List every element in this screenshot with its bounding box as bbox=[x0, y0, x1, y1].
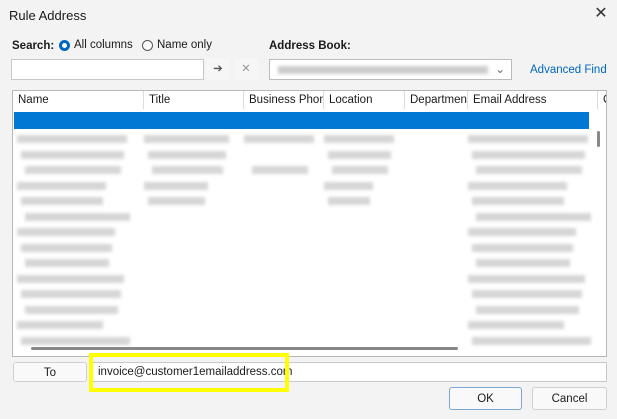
redacted-cell bbox=[476, 305, 579, 314]
redacted-cell bbox=[332, 166, 388, 174]
redacted-cell bbox=[148, 150, 226, 159]
redacted-cell bbox=[21, 290, 121, 298]
redacted-cell bbox=[476, 212, 591, 221]
redacted-cell bbox=[468, 228, 576, 236]
chevron-down-icon: ⌄ bbox=[495, 64, 505, 76]
redacted-cell bbox=[25, 305, 118, 314]
radio-name-only[interactable]: Name only bbox=[142, 39, 212, 51]
search-input[interactable] bbox=[11, 59, 204, 80]
redacted-cell bbox=[144, 135, 229, 143]
radio-label: All columns bbox=[74, 39, 133, 51]
redacted-cell bbox=[21, 336, 130, 345]
address-book-dropdown[interactable]: ⌄ bbox=[269, 59, 512, 80]
redacted-cell bbox=[17, 274, 124, 283]
arrow-right-icon[interactable]: ➔ bbox=[206, 59, 230, 80]
to-button[interactable]: To bbox=[13, 362, 87, 382]
highlight-box bbox=[89, 353, 289, 392]
redacted-cell bbox=[25, 259, 109, 267]
radio-icon bbox=[59, 39, 70, 51]
column-header-more[interactable]: C bbox=[598, 91, 606, 109]
redacted-cell bbox=[17, 321, 103, 329]
redacted-cell bbox=[328, 150, 391, 159]
column-header-title[interactable]: Title bbox=[144, 91, 244, 109]
redacted-cell bbox=[17, 135, 127, 143]
redacted-cell bbox=[152, 166, 223, 174]
redacted-cell bbox=[252, 166, 308, 174]
redacted-cell bbox=[472, 150, 585, 159]
redacted-cell bbox=[468, 274, 585, 283]
advanced-find-link[interactable]: Advanced Find bbox=[530, 64, 607, 76]
redacted-cell bbox=[476, 166, 582, 174]
cancel-button[interactable]: Cancel bbox=[532, 387, 607, 410]
redacted-cell bbox=[244, 135, 314, 143]
horizontal-scrollbar[interactable] bbox=[31, 347, 458, 350]
redacted-cell bbox=[468, 321, 564, 329]
selected-row[interactable] bbox=[14, 112, 589, 129]
address-list[interactable]: Name Title Business Phone Location Depar… bbox=[12, 90, 607, 357]
column-header-email[interactable]: Email Address bbox=[468, 91, 598, 109]
redacted-cell bbox=[328, 197, 370, 205]
search-label: Search: bbox=[12, 40, 55, 52]
radio-all-columns[interactable]: All columns bbox=[59, 39, 133, 51]
redacted-cell bbox=[468, 135, 588, 143]
redacted-cell bbox=[25, 166, 121, 174]
vertical-scrollbar[interactable] bbox=[597, 131, 600, 147]
column-header-name[interactable]: Name bbox=[13, 91, 144, 109]
redacted-cell bbox=[21, 150, 124, 159]
redacted-cell bbox=[324, 135, 394, 143]
redacted-cell bbox=[17, 181, 106, 190]
radio-label: Name only bbox=[157, 39, 212, 51]
ok-button[interactable]: OK bbox=[449, 387, 522, 410]
redacted-cell bbox=[472, 290, 582, 298]
column-header-department[interactable]: Department bbox=[405, 91, 468, 109]
redacted-cell bbox=[324, 181, 373, 190]
redacted-cell bbox=[472, 336, 591, 345]
close-icon[interactable]: ✕ bbox=[590, 3, 612, 25]
window-title: Rule Address bbox=[9, 8, 87, 23]
column-header-business-phone[interactable]: Business Phone bbox=[244, 91, 324, 109]
radio-icon bbox=[142, 39, 153, 51]
column-header-location[interactable]: Location bbox=[324, 91, 405, 109]
redacted-cell bbox=[148, 197, 205, 205]
redacted-cell bbox=[472, 197, 564, 205]
redacted-cell bbox=[25, 212, 130, 221]
address-book-label: Address Book: bbox=[269, 40, 351, 52]
redacted-cell bbox=[17, 228, 115, 236]
redacted-cell bbox=[21, 197, 103, 205]
redacted-cell bbox=[468, 181, 567, 190]
x-icon[interactable]: ✕ bbox=[234, 59, 258, 80]
redacted-cell bbox=[21, 243, 112, 252]
redacted-cell bbox=[472, 243, 573, 252]
redacted-cell bbox=[144, 181, 208, 190]
redacted-cell bbox=[476, 259, 570, 267]
